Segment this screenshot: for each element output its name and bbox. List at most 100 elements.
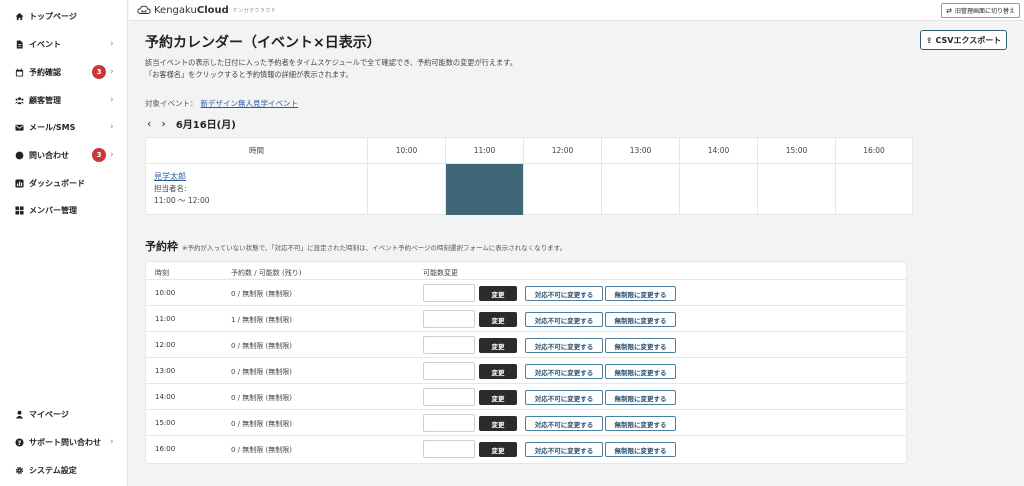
- target-event: 対象イベント： 新デザイン無人見学イベント: [145, 98, 298, 109]
- csv-export-label: CSVエクスポート: [935, 35, 1002, 45]
- quantity-input[interactable]: [423, 336, 475, 354]
- timeline-header-hour: 12:00: [524, 138, 602, 164]
- table-row: 13:00 0 / 無制限 (無制限) 変更 対応不可に変更する 無制限に変更す…: [146, 357, 906, 383]
- page-title: 予約カレンダー（イベント×日表示）: [145, 35, 381, 51]
- sidebar-item-label: トップページ: [29, 11, 77, 21]
- set-unavailable-button[interactable]: 対応不可に変更する: [525, 286, 603, 301]
- set-unlimited-button[interactable]: 無制限に変更する: [605, 312, 676, 327]
- mail-icon: [14, 122, 24, 132]
- next-day-button[interactable]: ›: [161, 117, 165, 130]
- quantity-input[interactable]: [423, 310, 475, 328]
- slot-time: 13:00: [155, 367, 176, 375]
- sidebar-item-event[interactable]: イベント ›: [0, 34, 128, 54]
- quantity-input[interactable]: [423, 414, 475, 432]
- switch-icon: ⇄: [946, 6, 952, 15]
- sidebar-item-settings[interactable]: システム設定: [0, 460, 128, 480]
- sidebar-item-support[interactable]: ? サポート問い合わせ ›: [0, 432, 128, 452]
- quantity-input[interactable]: [423, 362, 475, 380]
- sidebar-item-customers[interactable]: 顧客管理 ›: [0, 90, 128, 110]
- csv-export-button[interactable]: ⇪ CSVエクスポート: [920, 30, 1007, 50]
- slot-section-title: 予約枠 ※予約が入っていない状態で、「対応不可」に設定された時刻は、イベント予約…: [145, 238, 566, 254]
- change-button[interactable]: 変更: [479, 338, 517, 353]
- gear-icon: [14, 465, 24, 475]
- app-logo[interactable]: KengakuCloud ケンガククラウド: [137, 3, 276, 17]
- timeline-header-hour: 16:00: [836, 138, 912, 164]
- grid-icon: [14, 205, 24, 215]
- set-unlimited-button[interactable]: 無制限に変更する: [605, 416, 676, 431]
- export-icon: ⇪: [925, 35, 933, 45]
- quantity-input[interactable]: [423, 440, 475, 458]
- sidebar-item-dashboard[interactable]: ダッシュボード: [0, 173, 128, 193]
- quantity-input[interactable]: [423, 284, 475, 302]
- sidebar-item-top[interactable]: トップページ: [0, 6, 128, 26]
- sidebar: トップページ イベント › 予約確認 3 › 顧客管理 › メール/SMS › …: [0, 0, 128, 486]
- guest-time: 11:00 〜 12:00: [154, 196, 210, 205]
- slot-time: 11:00: [155, 315, 176, 323]
- table-row: 10:00 0 / 無制限 (無制限) 変更 対応不可に変更する 無制限に変更す…: [146, 279, 906, 305]
- svg-text:?: ?: [17, 439, 21, 446]
- chart-icon: [14, 178, 24, 188]
- table-row: 15:00 0 / 無制限 (無制限) 変更 対応不可に変更する 無制限に変更す…: [146, 409, 906, 435]
- sidebar-item-members[interactable]: メンバー管理: [0, 200, 128, 220]
- description-line: 該当イベントの表示した日付に入った予約者をタイムスケジュールで全て確認でき、予約…: [145, 58, 517, 67]
- logo-text: KengakuCloud: [154, 4, 229, 16]
- change-button[interactable]: 変更: [479, 416, 517, 431]
- change-button[interactable]: 変更: [479, 312, 517, 327]
- description-line: 「お客様名」をクリックすると予約情報の詳細が表示されます。: [145, 70, 353, 79]
- sidebar-item-mail[interactable]: メール/SMS ›: [0, 117, 128, 137]
- column-header-count: 予約数 / 可能数 (残り): [231, 269, 302, 277]
- date-navigator: ‹ › 6月16日(月): [147, 116, 236, 131]
- timeline-header-hour: 10:00: [368, 138, 446, 164]
- column-header-time: 時刻: [155, 269, 169, 277]
- help-icon: ?: [14, 437, 24, 447]
- slot-title: 予約枠: [145, 240, 178, 253]
- main-content: 予約カレンダー（イベント×日表示） 該当イベントの表示した日付に入った予約者をタ…: [129, 21, 1024, 486]
- change-button[interactable]: 変更: [479, 364, 517, 379]
- notification-badge: 3: [92, 65, 106, 79]
- sidebar-item-label: マイページ: [29, 409, 69, 419]
- quantity-input[interactable]: [423, 388, 475, 406]
- guest-name-link[interactable]: 見学太郎: [154, 171, 210, 183]
- chevron-right-icon: ›: [110, 150, 114, 160]
- timeline-slot-cell: [836, 164, 912, 215]
- sidebar-item-label: サポート問い合わせ: [29, 437, 101, 447]
- home-icon: [14, 11, 24, 21]
- switch-old-admin-button[interactable]: ⇄ 旧管理画面に切り替え: [941, 3, 1020, 18]
- table-row: 11:00 1 / 無制限 (無制限) 変更 対応不可に変更する 無制限に変更す…: [146, 305, 906, 331]
- set-unavailable-button[interactable]: 対応不可に変更する: [525, 442, 603, 457]
- topbar: KengakuCloud ケンガククラウド ⇄ 旧管理画面に切り替え: [129, 0, 1024, 21]
- column-header-change: 可能数変更: [423, 269, 458, 277]
- timeline-slot-cell: [368, 164, 446, 215]
- timeline-schedule: 時間 10:00 11:00 12:00 13:00 14:00 15:00 1…: [145, 137, 913, 215]
- chevron-right-icon: ›: [110, 437, 114, 447]
- guest-info: 見学太郎 担当者名: 11:00 〜 12:00: [154, 171, 210, 207]
- set-unlimited-button[interactable]: 無制限に変更する: [605, 442, 676, 457]
- timeline-header-hour: 11:00: [446, 138, 524, 164]
- timeline-booked-block[interactable]: [446, 164, 524, 215]
- set-unlimited-button[interactable]: 無制限に変更する: [605, 286, 676, 301]
- prev-day-button[interactable]: ‹: [147, 117, 151, 130]
- change-button[interactable]: 変更: [479, 390, 517, 405]
- set-unlimited-button[interactable]: 無制限に変更する: [605, 364, 676, 379]
- set-unavailable-button[interactable]: 対応不可に変更する: [525, 338, 603, 353]
- timeline-slot-cell: [680, 164, 758, 215]
- cloud-logo-icon: [137, 5, 151, 14]
- sidebar-item-mypage[interactable]: マイページ: [0, 404, 128, 424]
- set-unavailable-button[interactable]: 対応不可に変更する: [525, 390, 603, 405]
- change-button[interactable]: 変更: [479, 286, 517, 301]
- sidebar-item-label: 問い合わせ: [29, 150, 69, 160]
- sidebar-item-reservation[interactable]: 予約確認 3 ›: [0, 62, 128, 82]
- sidebar-item-label: イベント: [29, 39, 61, 49]
- set-unlimited-button[interactable]: 無制限に変更する: [605, 338, 676, 353]
- change-button[interactable]: 変更: [479, 442, 517, 457]
- set-unavailable-button[interactable]: 対応不可に変更する: [525, 312, 603, 327]
- set-unlimited-button[interactable]: 無制限に変更する: [605, 390, 676, 405]
- user-icon: [14, 409, 24, 419]
- table-row: 12:00 0 / 無制限 (無制限) 変更 対応不可に変更する 無制限に変更す…: [146, 331, 906, 357]
- sidebar-item-inquiry[interactable]: 問い合わせ 3 ›: [0, 145, 128, 165]
- set-unavailable-button[interactable]: 対応不可に変更する: [525, 364, 603, 379]
- set-unavailable-button[interactable]: 対応不可に変更する: [525, 416, 603, 431]
- sidebar-item-label: システム設定: [29, 465, 77, 475]
- notification-badge: 3: [92, 148, 106, 162]
- target-event-link[interactable]: 新デザイン無人見学イベント: [201, 99, 299, 108]
